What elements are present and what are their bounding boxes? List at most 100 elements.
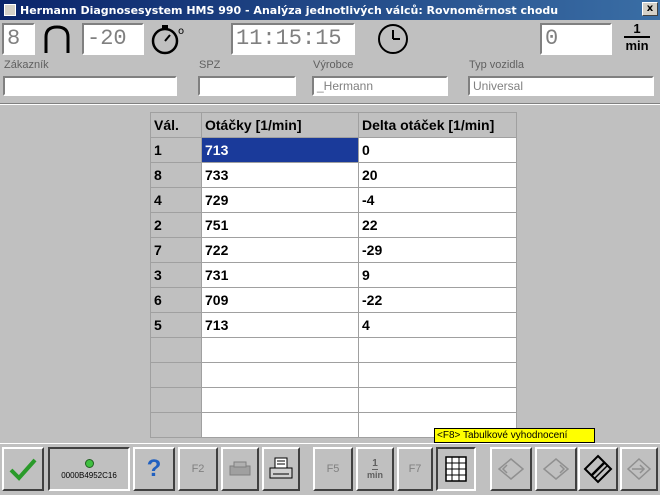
manufacturer-field[interactable]: _Hermann — [312, 76, 448, 96]
table-row[interactable] — [150, 387, 517, 413]
rpm-cell: 731 — [201, 262, 359, 288]
stopwatch-icon: o — [148, 22, 190, 56]
delta-cell — [358, 337, 517, 363]
delta-cell: -4 — [358, 187, 517, 213]
rpm-unit-button[interactable]: 1 min — [356, 447, 394, 491]
rpm-cell: 733 — [201, 162, 359, 188]
rpm-cell: 709 — [201, 287, 359, 313]
cancel-icon — [583, 454, 613, 484]
cylinder-cell: 3 — [150, 262, 202, 288]
table-row[interactable]: 2 751 22 — [150, 212, 517, 238]
svg-text:o: o — [178, 26, 184, 37]
delta-cell — [358, 387, 517, 413]
column-header-rpm: Otáčky [1/min] — [201, 112, 359, 138]
diamond-left-icon — [497, 458, 525, 480]
vehicle-type-label: Typ vozidla — [469, 59, 525, 71]
printer-disabled-icon — [229, 461, 251, 476]
plate-field[interactable] — [198, 76, 296, 96]
temperature-display: -20 — [82, 23, 144, 55]
cylinder-table: Vál. Otáčky [1/min] Delta otáček [1/min]… — [150, 112, 517, 438]
status-led-icon — [84, 458, 94, 468]
delta-cell: 22 — [358, 212, 517, 238]
rpm-cell — [201, 387, 359, 413]
rpm-unit-numerator: 1 — [624, 22, 650, 38]
customer-field[interactable] — [3, 76, 177, 96]
table-row[interactable]: 3 731 9 — [150, 262, 517, 288]
table-row[interactable]: 7 722 -29 — [150, 237, 517, 263]
manufacturer-label: Výrobce — [313, 59, 354, 71]
cylinder-cell: 4 — [150, 187, 202, 213]
checkmark-icon — [9, 458, 37, 481]
table-row[interactable]: 8 733 20 — [150, 162, 517, 188]
cylinder-cell: 6 — [150, 287, 202, 313]
table-row[interactable] — [150, 362, 517, 388]
delta-cell — [358, 362, 517, 388]
table-row[interactable]: 4 729 -4 — [150, 187, 517, 213]
plate-label: SPZ — [199, 59, 221, 71]
print-button[interactable] — [262, 447, 300, 491]
cylinder-cell: 7 — [150, 237, 202, 263]
table-row[interactable] — [150, 337, 517, 363]
ok-button[interactable] — [2, 447, 44, 491]
rpm-cell — [201, 412, 359, 438]
top-status-bar: 8 -20 o 11:15:15 0 1 min — [0, 20, 660, 56]
forward-button[interactable] — [620, 447, 658, 491]
vehicle-info-fields: Zákazník SPZ Výrobce _Hermann Typ vozidl… — [0, 56, 660, 102]
rpm-cell: 722 — [201, 237, 359, 263]
cylinder-icon — [40, 23, 74, 55]
table-icon — [445, 456, 467, 482]
printer-disabled-button[interactable] — [221, 447, 259, 491]
bottom-toolbar: 0000B4952C16 ? F2 F5 1 min F7 — [0, 443, 660, 495]
column-header-delta: Delta otáček [1/min] — [358, 112, 517, 138]
f8-tooltip: <F8> Tabulkové vyhodnocení — [434, 428, 595, 443]
cylinder-cell: 1 — [150, 137, 202, 163]
close-button[interactable]: x — [642, 2, 658, 16]
vehicle-type-field[interactable]: Universal — [468, 76, 654, 96]
customer-label: Zákazník — [4, 59, 49, 71]
delta-cell: -29 — [358, 237, 517, 263]
device-code: 0000B4952C16 — [61, 470, 117, 480]
cylinder-cell — [150, 362, 202, 388]
table-row[interactable]: 6 709 -22 — [150, 287, 517, 313]
next-button[interactable] — [535, 447, 577, 491]
delta-cell: -22 — [358, 287, 517, 313]
status-indicator: 0000B4952C16 — [48, 447, 130, 491]
cylinder-cell — [150, 412, 202, 438]
column-header-cylinder: Vál. — [150, 112, 202, 138]
rpm-display: 0 — [540, 23, 612, 55]
previous-button[interactable] — [490, 447, 532, 491]
delta-cell: 20 — [358, 162, 517, 188]
cylinder-cell: 5 — [150, 312, 202, 338]
rpm-unit-denominator: min — [625, 38, 649, 53]
diamond-right-icon — [542, 458, 570, 480]
title-bar: Hermann Diagnosesystem HMS 990 - Analýza… — [0, 0, 660, 20]
rpm-cell: 713 — [201, 312, 359, 338]
f5-button[interactable]: F5 — [313, 447, 353, 491]
unit-numerator: 1 — [372, 457, 378, 470]
f7-button[interactable]: F7 — [397, 447, 433, 491]
cylinder-cell: 2 — [150, 212, 202, 238]
separator — [0, 103, 660, 105]
help-button[interactable]: ? — [133, 447, 175, 491]
cylinder-count-display: 8 — [2, 23, 35, 55]
rpm-cell: 751 — [201, 212, 359, 238]
f2-button[interactable]: F2 — [178, 447, 218, 491]
table-evaluation-button[interactable] — [436, 447, 476, 491]
printer-icon — [269, 457, 293, 479]
delta-cell: 9 — [358, 262, 517, 288]
rpm-cell: 713 — [201, 137, 359, 163]
window-title: Hermann Diagnosesystem HMS 990 - Analýza… — [20, 3, 559, 17]
rpm-cell — [201, 362, 359, 388]
cylinder-cell — [150, 387, 202, 413]
cancel-button[interactable] — [578, 447, 618, 491]
table-header-row: Vál. Otáčky [1/min] Delta otáček [1/min] — [150, 112, 517, 138]
delta-cell: 4 — [358, 312, 517, 338]
rpm-unit-icon: 1 min — [620, 22, 654, 56]
cylinder-cell — [150, 337, 202, 363]
cylinder-cell: 8 — [150, 162, 202, 188]
table-row[interactable]: 5 713 4 — [150, 312, 517, 338]
delta-cell: 0 — [358, 137, 517, 163]
rpm-cell: 729 — [201, 187, 359, 213]
unit-denominator: min — [366, 469, 383, 480]
table-row[interactable]: 1 713 0 — [150, 137, 517, 163]
